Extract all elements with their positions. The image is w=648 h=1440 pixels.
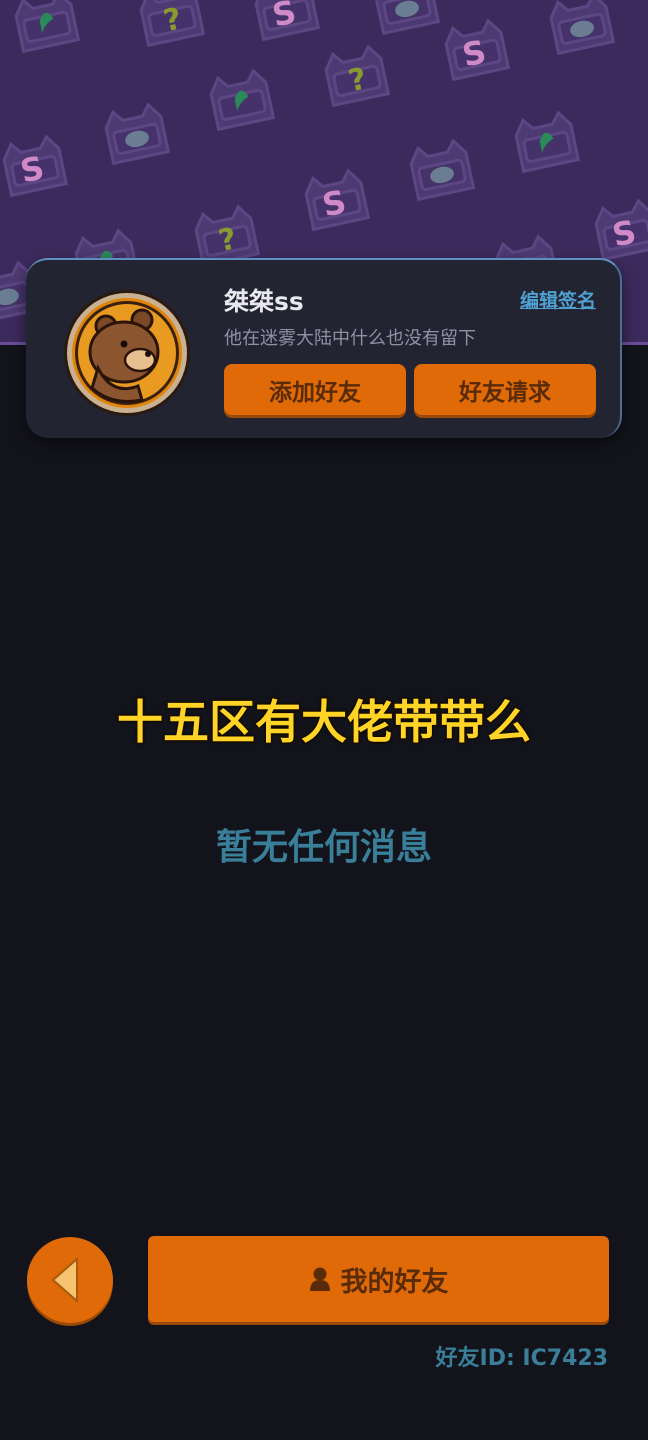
person-icon xyxy=(309,1267,330,1291)
my-friends-label: 我的好友 xyxy=(340,1266,449,1297)
back-button[interactable] xyxy=(27,1237,113,1323)
friend-requests-button[interactable]: 好友请求 xyxy=(414,364,596,415)
bear-avatar[interactable] xyxy=(62,288,192,418)
edit-signature-link[interactable]: 编辑签名 xyxy=(520,286,596,313)
signature-text: 他在迷雾大陆中什么也没有留下 xyxy=(224,328,476,349)
overlay-caption: 十五区有大佬带带么 xyxy=(116,694,533,751)
profile-card: 桀桀ss 编辑签名 他在迷雾大陆中什么也没有留下 添加好友 好友请求 xyxy=(26,258,622,438)
chevron-left-icon xyxy=(51,1256,78,1304)
add-friend-button[interactable]: 添加好友 xyxy=(224,364,406,415)
username: 桀桀ss xyxy=(224,287,304,316)
empty-messages-text: 暂无任何消息 xyxy=(215,827,432,868)
my-friends-button[interactable]: 我的好友 xyxy=(148,1236,609,1322)
friend-id-text: 好友ID: IC7423 xyxy=(435,1346,608,1371)
